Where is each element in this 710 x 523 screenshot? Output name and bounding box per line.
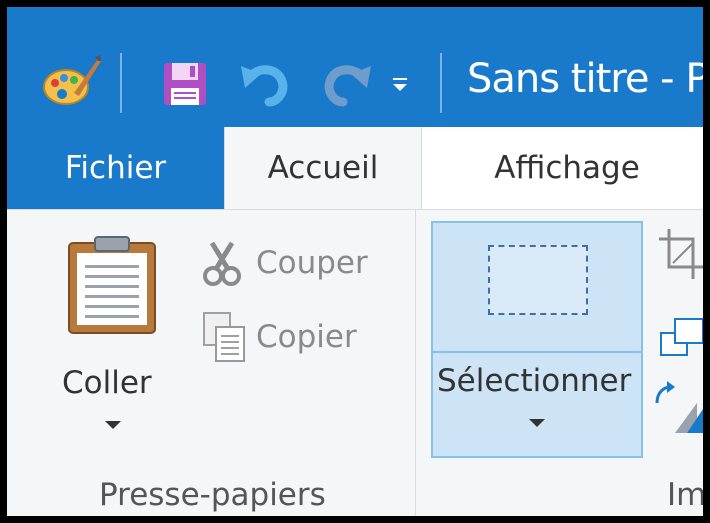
split-divider [433,351,641,353]
chevron-down-icon [105,421,121,429]
floppy-save-icon[interactable] [162,61,208,107]
cut-button[interactable]: Couper [202,239,402,289]
paint-palette-icon[interactable] [40,51,102,111]
redo-icon[interactable] [323,58,373,108]
tab-accueil[interactable]: Accueil [224,127,422,209]
selection-rectangle-icon [488,245,588,315]
paint-window: Sans titre - Pa Fichier Accueil Affichag… [7,7,703,516]
title-bar: Sans titre - Pa [7,7,703,127]
select-label: Sélectionner [437,363,632,399]
resize-icon[interactable] [659,311,703,366]
select-button[interactable]: Sélectionner [431,221,643,458]
clipboard-icon [67,235,157,340]
copy-button[interactable]: Copier [202,311,402,367]
paste-button[interactable]: Coller [52,225,172,445]
scissors-icon [202,241,242,292]
separator [440,53,442,113]
chevron-down-icon [529,419,545,427]
tab-fichier[interactable]: Fichier [7,127,224,209]
cut-label: Couper [256,245,368,281]
copy-icon [202,311,246,368]
window-title: Sans titre - Pa [467,56,703,102]
image-group-label: Im [667,477,703,513]
ribbon-tabs: Fichier Accueil Affichage [7,127,703,209]
group-divider [415,209,416,516]
separator [120,53,122,113]
copy-label: Copier [256,319,357,355]
crop-icon[interactable] [659,229,703,284]
clipboard-group-label: Presse-papiers [99,477,326,513]
undo-icon[interactable] [239,58,289,108]
paste-label: Coller [62,365,152,401]
tab-affichage[interactable]: Affichage [452,127,682,209]
rotate-icon[interactable] [653,379,703,440]
customize-dropdown-icon[interactable] [390,75,410,95]
